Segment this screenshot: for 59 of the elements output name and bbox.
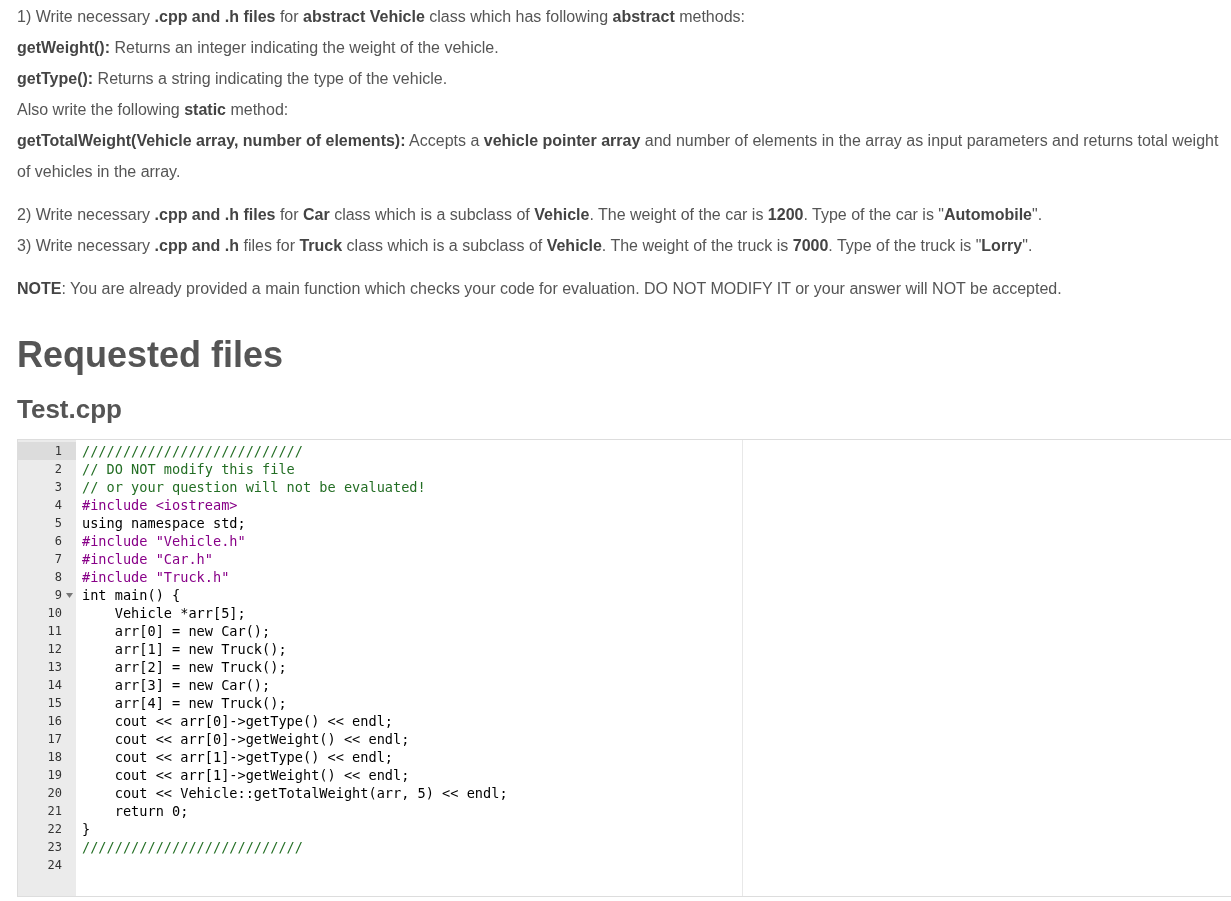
line-number: 8 bbox=[54, 570, 62, 584]
code-line: cout << Vehicle::getTotalWeight(arr, 5) << endl; bbox=[113, 785, 508, 801]
code-line: #include "Car.h" bbox=[82, 551, 213, 567]
line-number: 24 bbox=[47, 858, 62, 872]
code-line: } bbox=[82, 821, 91, 837]
question-text: 2) Write necessary .cpp and .h files for Car class which is a subclass of Vehicle. The weight of the car is 1200. Type of the car is "Automobile". bbox=[17, 205, 1043, 225]
line-number: 19 bbox=[47, 768, 62, 782]
code-line: #include "Truck.h" bbox=[82, 569, 230, 585]
code-line: int main() { bbox=[82, 587, 181, 603]
line-number: 15 bbox=[47, 696, 62, 710]
code-line: // or your question will not be evaluated! bbox=[82, 479, 426, 495]
fold-caret-icon[interactable] bbox=[65, 592, 73, 598]
question-text: 3) Write necessary .cpp and .h files for Truck class which is a subclass of Vehicle. The weight of the truck is 7000. Type of the truck is "Lorry". bbox=[17, 236, 1033, 256]
file-name: Test.cpp bbox=[17, 393, 123, 426]
line-number: 3 bbox=[54, 480, 62, 494]
code-line: cout << arr[0]->getWeight() << endl; bbox=[113, 731, 410, 747]
code-line: /////////////////////////// bbox=[82, 839, 303, 855]
code-line: return 0; bbox=[113, 803, 189, 819]
question-text: Also write the following static method: bbox=[17, 100, 289, 120]
line-number: 4 bbox=[54, 498, 62, 512]
line-number: 18 bbox=[47, 750, 62, 764]
code-line: #include <iostream> bbox=[82, 497, 238, 513]
question-text: getType(): Returns a string indicating the type of the vehicle. bbox=[17, 69, 448, 89]
line-number: 7 bbox=[54, 552, 62, 566]
question-text: getTotalWeight(Vehicle array, number of elements): Accepts a vehicle pointer array and number of elements in the array as input parameters and returns total weight of vehicles in the array. bbox=[17, 131, 1220, 182]
code-line: Vehicle *arr[5]; bbox=[113, 605, 246, 621]
line-number: 22 bbox=[47, 822, 62, 836]
code-line: // DO NOT modify this file bbox=[82, 461, 295, 477]
line-number: 16 bbox=[47, 714, 62, 728]
question-text: 1) Write necessary .cpp and .h files for abstract Vehicle class which has following abstract methods: bbox=[17, 7, 745, 27]
line-number: 5 bbox=[54, 516, 62, 530]
code-line: cout << arr[1]->getType() << endl; bbox=[113, 749, 393, 765]
question-text: NOTE: You are already provided a main function which checks your code for evaluation. DO NOT MODIFY IT or your answer will NOT be accepted. bbox=[17, 279, 1062, 299]
line-number: 11 bbox=[47, 624, 62, 638]
code-line: arr[2] = new Truck(); bbox=[113, 659, 287, 675]
code-line: arr[3] = new Car(); bbox=[113, 677, 271, 693]
code-line: /////////////////////////// bbox=[82, 443, 303, 459]
line-number: 20 bbox=[47, 786, 62, 800]
line-number: 10 bbox=[47, 606, 62, 620]
question-text: getWeight(): Returns an integer indicating the weight of the vehicle. bbox=[17, 38, 499, 58]
line-number: 1 bbox=[54, 444, 62, 458]
code-line: arr[0] = new Car(); bbox=[113, 623, 271, 639]
line-number: 17 bbox=[47, 732, 62, 746]
line-number: 21 bbox=[47, 804, 62, 818]
code-line: arr[1] = new Truck(); bbox=[113, 641, 287, 657]
line-number: 6 bbox=[54, 534, 62, 548]
code-line: #include "Vehicle.h" bbox=[82, 533, 246, 549]
line-number: 23 bbox=[47, 840, 62, 854]
code-editor[interactable] bbox=[17, 439, 1231, 897]
line-number: 13 bbox=[47, 660, 62, 674]
line-number: 2 bbox=[54, 462, 62, 476]
line-number: 12 bbox=[47, 642, 62, 656]
code-line: cout << arr[0]->getType() << endl; bbox=[113, 713, 393, 729]
line-number: 9 bbox=[54, 588, 62, 602]
code-line: using namespace std; bbox=[82, 515, 246, 531]
section-heading: Requested files bbox=[17, 333, 285, 377]
line-number: 14 bbox=[47, 678, 62, 692]
code-line: arr[4] = new Truck(); bbox=[113, 695, 287, 711]
code-line: cout << arr[1]->getWeight() << endl; bbox=[113, 767, 410, 783]
